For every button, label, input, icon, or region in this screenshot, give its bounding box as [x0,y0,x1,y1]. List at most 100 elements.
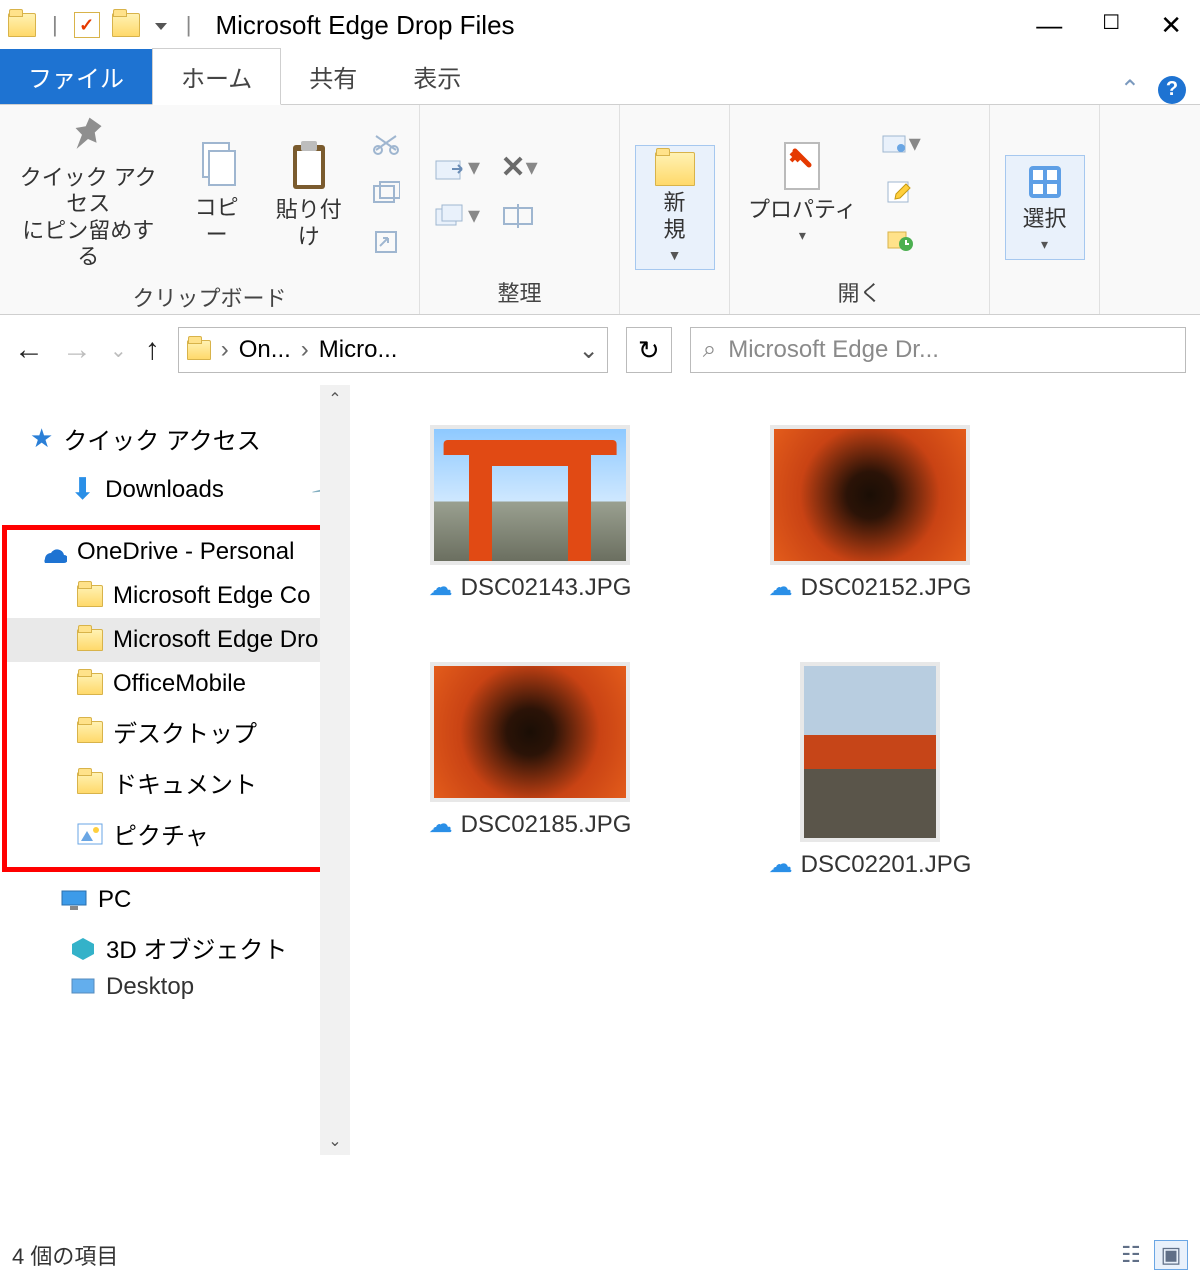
properties-button[interactable]: プロパティ▾ [738,133,867,250]
sidebar-label: クイック アクセス [63,421,260,456]
edit-button[interactable] [875,171,925,213]
download-icon: ⬇ [70,472,95,507]
new-folder-icon [655,152,695,186]
breadcrumb-seg-2[interactable]: Micro... [319,336,398,364]
history-icon [886,228,914,252]
address-bar[interactable]: › On... › Micro... ⌄ [178,327,608,373]
file-item[interactable]: ☁DSC02152.JPG [760,425,980,602]
group-label-organize: 整理 [428,272,611,312]
paste-button[interactable]: 貼り付け [265,131,353,256]
thumbnail [430,662,630,802]
breadcrumb-seg-1[interactable]: On... [239,336,291,364]
sidebar-label: 3D オブジェクト [106,930,287,965]
help-icon[interactable]: ? [1158,76,1186,104]
move-to-button[interactable]: ▾ [428,147,486,189]
sidebar-od-item[interactable]: Microsoft Edge Dro [7,618,339,662]
path-icon [372,180,400,208]
copy-path-button[interactable] [361,173,411,215]
paste-shortcut-button[interactable] [361,221,411,263]
delete-button[interactable]: ✕▾ [494,147,544,189]
sidebar-label: OneDrive - Personal [77,538,294,566]
window-title: Microsoft Edge Drop Files [215,10,514,41]
file-list[interactable]: ☁DSC02143.JPG☁DSC02152.JPG☁DSC02185.JPG☁… [350,385,1200,1155]
file-name: DSC02185.JPG [461,811,632,839]
paste-icon [287,137,331,193]
thumbnails-view-button[interactable]: ▣ [1154,1240,1188,1270]
shortcut-icon [372,228,400,256]
sidebar-od-item[interactable]: Microsoft Edge Co [7,574,339,618]
title-bar: | ✓ | Microsoft Edge Drop Files — ☐ ✕ [0,0,1200,50]
thumbnail [800,662,940,842]
up-button[interactable]: ↑ [145,333,160,367]
sidebar-label: ドキュメント [113,765,257,800]
pin-to-quickaccess-button[interactable]: クイック アクセス にピン留めする [8,111,169,277]
open-button[interactable]: ▾ [875,123,927,165]
details-icon: ☷ [1121,1242,1141,1268]
sidebar-scrollbar[interactable]: ⌃ ⌄ [320,385,350,1155]
back-button[interactable]: ← [14,333,44,367]
sidebar-label: Downloads [105,476,224,504]
open-icon [881,132,909,156]
copy-button[interactable]: コピー [177,133,257,254]
history-button[interactable] [875,219,925,261]
group-label-open: 開く [738,272,981,312]
desktop-icon [70,977,96,997]
maximize-button[interactable]: ☐ [1102,10,1120,41]
file-name: DSC02152.JPG [801,574,972,602]
tab-share[interactable]: 共有 [281,49,385,104]
tab-view[interactable]: 表示 [385,49,489,104]
scroll-up-icon[interactable]: ⌃ [328,389,341,409]
file-item[interactable]: ☁DSC02201.JPG [760,662,980,879]
folder-icon [77,721,103,743]
qat-dropdown-icon[interactable] [152,21,170,29]
close-button[interactable]: ✕ [1160,10,1182,41]
search-box[interactable]: ⌕ Microsoft Edge Dr... [690,327,1186,373]
tab-home[interactable]: ホーム [152,48,281,105]
properties-icon [779,139,825,193]
chevron-right-icon: › [301,336,309,364]
thumbnail [430,425,630,565]
sidebar-label: Microsoft Edge Co [113,582,310,610]
sidebar-od-item[interactable]: ドキュメント [7,757,339,808]
rename-button[interactable] [494,195,544,237]
3d-icon [70,936,96,960]
folder-icon [77,585,103,607]
select-button[interactable]: 選択▾ [1005,155,1085,260]
folder-icon [77,772,103,794]
scroll-down-icon[interactable]: ⌄ [328,1131,341,1151]
pictures-icon [77,823,103,845]
sidebar-pc-item[interactable]: Desktop [0,973,350,1001]
sidebar-od-item[interactable]: OfficeMobile [7,662,339,706]
tab-file[interactable]: ファイル [0,49,152,104]
forward-button[interactable]: → [62,333,92,367]
file-item[interactable]: ☁DSC02143.JPG [420,425,640,602]
sidebar-od-item[interactable]: デスクトップ [7,706,339,757]
copy-to-button[interactable]: ▾ [428,195,486,237]
qat-folder-icon[interactable] [112,13,140,37]
sidebar-pc[interactable]: PC [0,878,350,922]
sidebar-quick-access[interactable]: ★ クイック アクセス [0,413,350,464]
pin-icon [66,117,110,161]
collapse-ribbon-icon[interactable]: ⌃ [1120,75,1140,104]
details-view-button[interactable]: ☷ [1114,1240,1148,1270]
address-dropdown-icon[interactable]: ⌄ [579,336,599,365]
file-name: DSC02143.JPG [461,574,632,602]
refresh-button[interactable]: ↻ [626,327,672,373]
select-icon [1025,162,1065,202]
file-item[interactable]: ☁ DSC02185.JPG [420,662,640,879]
rename-icon [502,204,536,228]
qat-check-icon[interactable]: ✓ [74,12,100,38]
sidebar-label: PC [98,886,131,914]
sidebar-pc-item[interactable]: 3D オブジェクト [0,922,350,973]
recent-dropdown[interactable]: ⌄ [110,338,127,363]
sidebar-od-item[interactable]: ピクチャ [7,808,339,859]
item-count: 4 個の項目 [12,1239,118,1271]
new-button[interactable]: 新 規▼ [635,145,715,270]
cloud-icon: ☁ [429,810,453,839]
cut-button[interactable] [361,125,411,167]
copyto-icon [434,201,468,231]
search-icon: ⌕ [703,336,716,364]
minimize-button[interactable]: — [1036,10,1062,41]
sidebar-onedrive[interactable]: OneDrive - Personal [7,530,339,574]
sidebar-downloads[interactable]: ⬇ Downloads 📌 [0,464,350,515]
